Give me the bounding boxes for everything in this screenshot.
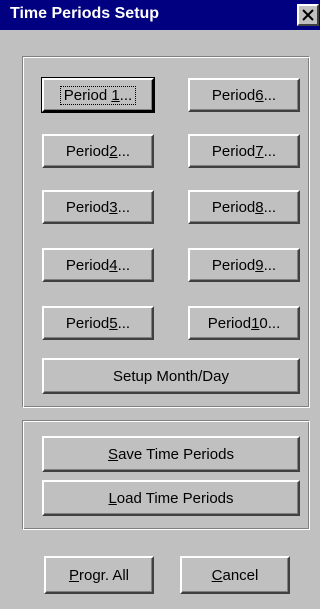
progr-all-button[interactable]: Progr. All xyxy=(44,556,154,594)
window-title: Time Periods Setup xyxy=(10,5,160,22)
save-label: ave Time Periods xyxy=(118,445,234,463)
period-6-button[interactable]: Period 6... xyxy=(188,78,300,112)
period-label: Period xyxy=(211,198,256,216)
period-3-button[interactable]: Period 3... xyxy=(42,190,154,224)
period-label: Period xyxy=(63,86,112,104)
setup-month-day-button[interactable]: Setup Month/Day xyxy=(42,358,300,394)
period-2-button[interactable]: Period 2... xyxy=(42,134,154,168)
access-key: 1 xyxy=(111,86,120,104)
period-label: Period xyxy=(211,256,256,274)
access-key: 4 xyxy=(109,256,118,274)
period-ellipsis: ... xyxy=(263,198,277,216)
load-time-periods-button[interactable]: Load Time Periods xyxy=(42,480,300,516)
focus-rect: Period 1... xyxy=(59,85,137,105)
access-key: 8 xyxy=(255,198,264,216)
period-1-button[interactable]: Period 1... xyxy=(41,77,155,113)
period-label: Period xyxy=(65,256,110,274)
period-ellipsis: ... xyxy=(267,314,281,332)
period-8-button[interactable]: Period 8... xyxy=(188,190,300,224)
period-ellipsis: ... xyxy=(117,256,131,274)
period-ellipsis: ... xyxy=(263,256,277,274)
period-5-button[interactable]: Period 5... xyxy=(42,306,154,340)
period-ellipsis: ... xyxy=(117,198,131,216)
setup-month-day-label: Setup Month/Day xyxy=(113,367,229,385)
period-9-button[interactable]: Period 9... xyxy=(188,248,300,282)
cancel-button[interactable]: Cancel xyxy=(180,556,290,594)
period-label: Period xyxy=(211,86,256,104)
period-label: Period xyxy=(65,142,110,160)
period-ellipsis: ... xyxy=(263,86,277,104)
access-key: S xyxy=(108,445,119,463)
time-periods-setup-dialog: Time Periods Setup Period 1... Period 6.… xyxy=(0,0,320,609)
close-button[interactable] xyxy=(297,4,319,26)
period-label: Period xyxy=(65,198,110,216)
access-key: 7 xyxy=(255,142,264,160)
cancel-label: ancel xyxy=(222,566,259,584)
period-10-button[interactable]: Period 1 0... xyxy=(188,306,300,340)
access-key: 2 xyxy=(109,142,118,160)
close-icon xyxy=(302,9,314,21)
period-label: Period xyxy=(65,314,110,332)
access-key: P xyxy=(68,566,79,584)
access-key: 1 xyxy=(251,314,260,332)
period-label: Period xyxy=(211,142,256,160)
access-key: 6 xyxy=(255,86,264,104)
period-7-button[interactable]: Period 7... xyxy=(188,134,300,168)
access-key: 3 xyxy=(109,198,118,216)
load-label: oad Time Periods xyxy=(116,489,234,507)
access-key: L xyxy=(108,489,117,507)
period-ellipsis: ... xyxy=(117,314,131,332)
period-ellipsis: ... xyxy=(117,142,131,160)
title-bar[interactable]: Time Periods Setup xyxy=(0,0,320,30)
access-key: C xyxy=(211,566,223,584)
save-time-periods-button[interactable]: Save Time Periods xyxy=(42,436,300,472)
period-4-button[interactable]: Period 4... xyxy=(42,248,154,282)
period-label: Period xyxy=(207,314,252,332)
period-number-rest: 0 xyxy=(259,314,268,332)
period-ellipsis: ... xyxy=(263,142,277,160)
progr-all-label: rogr. All xyxy=(78,566,130,584)
access-key: 5 xyxy=(109,314,118,332)
access-key: 9 xyxy=(255,256,264,274)
period-ellipsis: ... xyxy=(119,86,133,104)
